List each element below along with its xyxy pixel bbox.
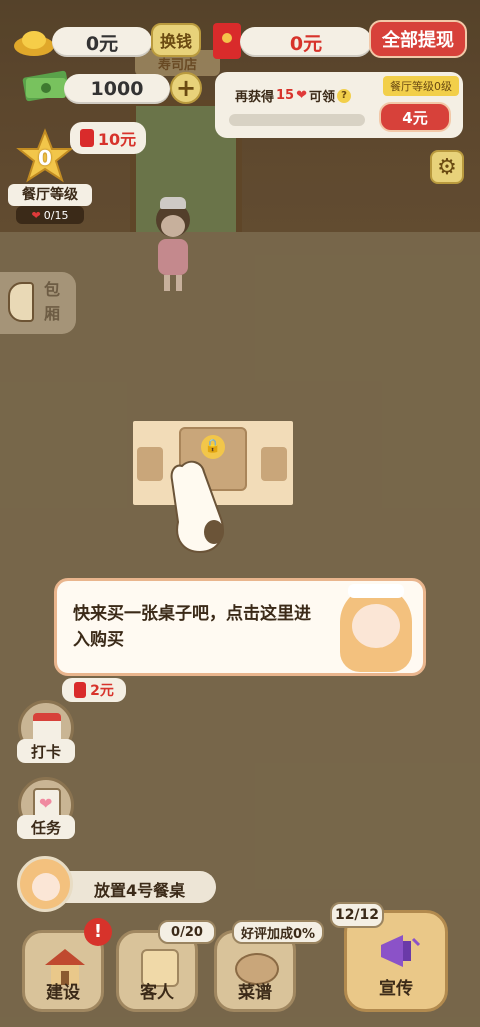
heart-icon: ❤	[296, 88, 308, 103]
build-alert-badge: !	[84, 918, 112, 946]
door-icon	[8, 282, 34, 322]
level-number: 0	[38, 146, 52, 170]
rating-bonus-tag: 好评加成0%	[232, 920, 324, 944]
quest-prefix: 再获得	[235, 90, 275, 105]
red-envelope-small-icon	[79, 129, 94, 147]
heart-small-icon: ❤	[31, 208, 41, 222]
level-reward-bubble[interactable]: 10元	[70, 122, 146, 154]
settings-gear-icon[interactable]: ⚙	[430, 150, 464, 184]
guests-count-tag: 0/20	[158, 920, 216, 944]
level-reward-text: 10元	[97, 130, 137, 149]
menu-label: 菜谱	[238, 983, 272, 1003]
guests-label: 客人	[140, 983, 174, 1003]
promo-count-tag: 12/12	[330, 902, 384, 928]
quest-suffix: 可领	[309, 90, 336, 105]
level-hearts-text: 0/15	[43, 208, 69, 222]
redpacket-balance: 0元	[240, 27, 372, 57]
guide-character	[330, 580, 422, 676]
checkin-reward-text: 2元	[90, 683, 114, 699]
pointer-paw-icon	[168, 456, 238, 556]
tutorial-message: 快来买一张桌子吧，点击这里进入购买	[73, 604, 311, 650]
gold-balance: 0元	[52, 27, 152, 57]
red-envelope-small-icon	[74, 682, 87, 698]
private-room-tab[interactable]: 包厢	[0, 272, 76, 334]
claim-reward-button[interactable]: 4元	[379, 102, 451, 132]
chair-left	[137, 447, 163, 481]
quest-panel: 再获得 15 ❤ 可领 ? 餐厅等级0级 4元	[215, 72, 463, 138]
quest-count: 15	[276, 88, 295, 103]
gold-ingot-icon	[12, 24, 56, 58]
task-label[interactable]: 任务	[17, 815, 75, 839]
quest-text: 再获得 15 ❤ 可领 ?	[235, 86, 352, 105]
task-hint-avatar	[17, 856, 73, 912]
task-hint-text: 放置4号餐桌	[94, 881, 186, 900]
checkin-reward-tag: 2元	[62, 678, 126, 702]
checkin-label[interactable]: 打卡	[17, 739, 75, 763]
build-label: 建设	[46, 983, 80, 1003]
level-title: 餐厅等级	[8, 184, 92, 206]
promo-label: 宣传	[379, 979, 413, 999]
chair-right	[261, 447, 287, 481]
exchange-button[interactable]: 换钱	[151, 23, 201, 57]
quest-progress-bar	[229, 114, 365, 126]
private-room-label: 包厢	[44, 280, 61, 323]
restaurant-level-tag: 餐厅等级0级	[383, 76, 459, 96]
heart-icon: ❤	[39, 794, 53, 813]
megaphone-icon	[377, 931, 423, 971]
level-hearts: ❤ 0/15	[16, 206, 84, 224]
withdraw-all-button[interactable]: 全部提现	[369, 20, 467, 58]
add-cash-button[interactable]: +	[170, 72, 202, 104]
help-icon[interactable]: ?	[337, 88, 352, 103]
cash-balance: 1000	[64, 74, 170, 104]
red-envelope-icon	[212, 22, 242, 60]
